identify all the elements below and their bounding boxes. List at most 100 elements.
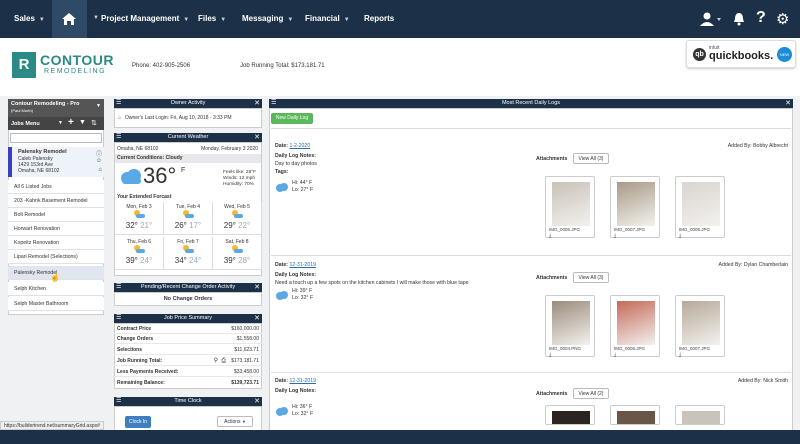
forecast-day: Tue, Feb 4 26° 17° bbox=[164, 202, 213, 235]
log-tags-label: Tags: bbox=[275, 169, 289, 175]
builder-name: Contour Remodeling - Pro bbox=[11, 101, 80, 107]
price-row-running-total: Job Running Total: ⚲ ⎙ $173,181.71 bbox=[114, 357, 262, 366]
builder-user: (Paul Murth) bbox=[11, 108, 34, 113]
attachment-filename: IMG_0006.JPG bbox=[614, 346, 646, 351]
download-icon[interactable]: ⤓ bbox=[679, 352, 681, 358]
new-daily-log-button[interactable]: New Daily Log bbox=[271, 113, 313, 124]
quickbooks-icon: qb bbox=[693, 48, 706, 61]
price-row-remaining: Remaining Balance: $139,723.71 bbox=[117, 380, 259, 386]
close-icon[interactable]: ✕ bbox=[254, 99, 260, 108]
close-icon[interactable]: ✕ bbox=[785, 99, 791, 108]
job-list-item[interactable]: Horwart Renovation bbox=[8, 222, 104, 236]
log-hi-temp: Hi: 44° F bbox=[292, 180, 313, 186]
nav-files[interactable]: Files ▼ bbox=[198, 0, 226, 38]
attachment-thumbnail[interactable] bbox=[675, 405, 725, 425]
chevron-down-icon: ▼ bbox=[96, 103, 101, 109]
drag-handle-icon[interactable]: ☰ bbox=[116, 314, 121, 323]
log-notes-label: Daily Log Notes: bbox=[275, 388, 316, 394]
clock-in-button[interactable]: Clock In bbox=[125, 416, 151, 428]
job-list-item[interactable]: Selph Master Bathroom bbox=[8, 297, 104, 311]
job-list-item[interactable]: Bolt Remodel bbox=[8, 208, 104, 222]
log-date-link[interactable]: 12-31-2019 bbox=[289, 262, 316, 268]
close-icon[interactable]: ✕ bbox=[254, 397, 260, 406]
drag-handle-icon[interactable]: ☰ bbox=[116, 397, 121, 406]
attachment-thumbnail[interactable]: IMG_0006.JPG ⤓ bbox=[545, 176, 595, 239]
log-date-link[interactable]: 12-31-2019 bbox=[289, 378, 316, 384]
download-icon[interactable]: ⤓ bbox=[549, 233, 551, 239]
job-list-item[interactable]: Lipari Remodel (Selections) bbox=[8, 250, 104, 264]
bell-icon[interactable] bbox=[733, 12, 745, 28]
user-menu[interactable] bbox=[700, 12, 722, 28]
drag-handle-icon[interactable]: ☰ bbox=[116, 283, 121, 292]
attachment-image bbox=[617, 301, 655, 345]
cloud-icon bbox=[121, 169, 141, 184]
attachment-thumbnail[interactable] bbox=[610, 405, 660, 425]
nav-financial[interactable]: Financial ▼ bbox=[305, 0, 350, 38]
weather-title: Current Weather bbox=[167, 134, 209, 140]
attachment-thumbnail[interactable]: IMG_0006.JPG ⤓ bbox=[610, 295, 660, 358]
attachment-thumbnail[interactable]: IMG_0007.JPG ⤓ bbox=[675, 295, 725, 358]
view-all-attachments-button[interactable]: View All (3) bbox=[573, 272, 609, 283]
time-clock-title: Time Clock bbox=[174, 398, 202, 404]
home-button[interactable] bbox=[52, 0, 87, 38]
attachments-label: Attachments bbox=[536, 156, 568, 162]
price-summary-title: Job Price Summary bbox=[164, 315, 212, 321]
partly-cloudy-icon bbox=[183, 210, 194, 218]
search-icon[interactable]: ⚲ bbox=[214, 357, 218, 366]
daily-logs-title: Most Recent Daily Logs bbox=[501, 100, 561, 106]
nav-messaging[interactable]: Messaging ▼ bbox=[242, 0, 293, 38]
nav-project-management[interactable]: Project Management ▼ bbox=[101, 0, 189, 38]
close-icon[interactable]: ✕ bbox=[254, 133, 260, 142]
attachment-filename: IMG_0005.JPG bbox=[679, 227, 711, 232]
close-icon[interactable]: ✕ bbox=[254, 283, 260, 292]
download-icon[interactable]: ⤓ bbox=[614, 233, 616, 239]
download-icon[interactable]: ⤓ bbox=[679, 233, 681, 239]
actions-dropdown[interactable]: Actions ▼ bbox=[217, 416, 253, 427]
job-list-item[interactable]: 203 -Kahnk Basement Remodel bbox=[8, 194, 104, 208]
forecast-high: 39° bbox=[223, 256, 236, 265]
close-icon[interactable]: ✕ bbox=[254, 314, 260, 323]
nav-reports[interactable]: Reports bbox=[364, 0, 394, 38]
home-icon[interactable]: ⌂ bbox=[98, 167, 102, 173]
partly-cloudy-icon bbox=[232, 210, 243, 218]
forecast-low: 21° bbox=[140, 221, 153, 230]
person-icon[interactable]: ☺ bbox=[96, 158, 102, 164]
attachment-thumbnail[interactable] bbox=[545, 405, 595, 425]
view-all-attachments-button[interactable]: View All (3) bbox=[573, 153, 609, 164]
quickbooks-badge[interactable]: qb intuit quickbooks. NEW bbox=[686, 40, 796, 68]
wind-speed: Winds: 12 mph bbox=[223, 176, 255, 181]
help-icon[interactable]: ? bbox=[756, 9, 766, 27]
download-icon[interactable]: ⤓ bbox=[614, 352, 616, 358]
view-all-attachments-button[interactable]: View All (2) bbox=[573, 388, 609, 399]
filter-icon[interactable]: ▼ bbox=[79, 119, 86, 126]
sort-icon[interactable]: ⇅ bbox=[91, 119, 97, 127]
log-added-by: Added By: Dylan Chamberlain bbox=[718, 262, 789, 268]
attachment-thumbnail[interactable]: IMG_0007.JPG ⤓ bbox=[610, 176, 660, 239]
job-search-input[interactable] bbox=[10, 133, 102, 143]
partly-cloudy-icon bbox=[134, 245, 145, 253]
company-phone: Phone: 402-905-2506 bbox=[132, 63, 191, 69]
humidity: Humidity: 70% bbox=[223, 182, 254, 187]
gear-icon[interactable]: ⚙ bbox=[776, 10, 789, 28]
drag-handle-icon[interactable]: ☰ bbox=[271, 99, 276, 108]
attachment-thumbnail[interactable]: IMG_0004.PNG ⤓ bbox=[545, 295, 595, 358]
download-icon[interactable]: ⤓ bbox=[549, 352, 551, 358]
home-icon: ⌂ bbox=[118, 115, 122, 121]
owner-activity-bar: ☰ Owner Activity ✕ bbox=[114, 99, 262, 108]
job-list-item[interactable]: Selph Kitchen bbox=[8, 282, 104, 296]
job-list-item[interactable]: Kopeitz Renovation bbox=[8, 236, 104, 250]
drag-handle-icon[interactable]: ☰ bbox=[116, 133, 121, 142]
feels-like: Feels like: 28°F bbox=[223, 170, 257, 175]
drag-handle-icon[interactable]: ☰ bbox=[116, 99, 121, 108]
job-running-total: Job Running Total: $173,181.71 bbox=[240, 63, 325, 69]
job-list-item[interactable]: All 6 Listed Jobs bbox=[8, 180, 104, 194]
info-icon[interactable]: ⓘ bbox=[96, 149, 102, 158]
builder-header[interactable]: Contour Remodeling - Pro (Paul Murth) ▼ bbox=[8, 99, 104, 117]
add-job-icon[interactable]: + bbox=[68, 117, 74, 128]
nav-sales[interactable]: Sales ▼ bbox=[14, 0, 45, 38]
attachment-thumbnail[interactable]: IMG_0005.JPG ⤓ bbox=[675, 176, 725, 239]
print-icon[interactable]: ⎙ bbox=[221, 357, 226, 366]
log-date-link[interactable]: 1-2-2020 bbox=[289, 143, 310, 149]
chevron-down-icon[interactable]: ▼ bbox=[58, 120, 63, 126]
selected-job-card[interactable]: Palensky Remodel Caleb Palensky 1429 153… bbox=[8, 147, 104, 177]
